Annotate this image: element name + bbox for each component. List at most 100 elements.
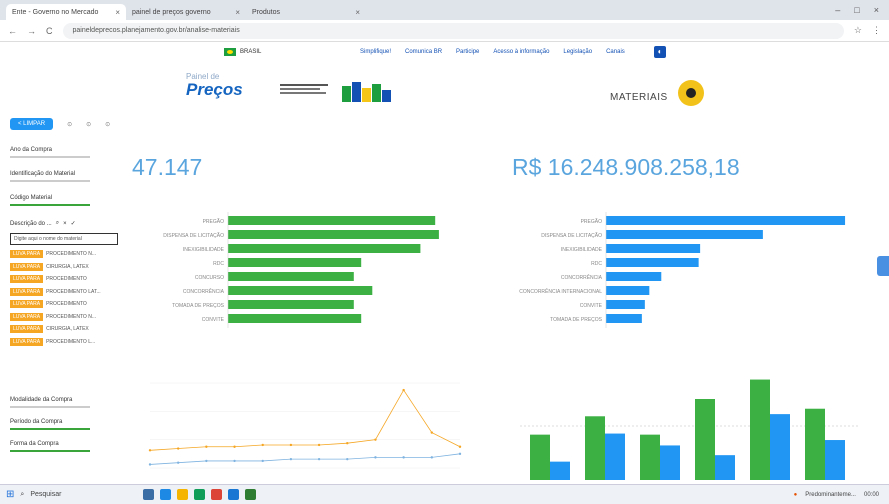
sidebar-item-identificacao[interactable]: Identificação do Material <box>10 168 90 182</box>
sidebar-item-codigo[interactable]: Código Material <box>10 192 90 206</box>
bar <box>228 300 354 309</box>
close-window-icon[interactable]: × <box>874 5 879 15</box>
bar-category-label: TOMADA DE PREÇOS <box>172 303 225 309</box>
material-list-item[interactable]: LUVA PARA PROCEDIMENTO LAT... <box>10 287 118 297</box>
task-view-icon[interactable] <box>143 489 155 500</box>
bar-category-label: CONCORRÊNCIA <box>561 273 603 281</box>
bar <box>825 440 845 480</box>
sidebar-item-ano[interactable]: Ano da Compra <box>10 144 90 158</box>
data-point <box>233 459 236 463</box>
sidebar-item-periodo[interactable]: Período da Compra <box>10 416 90 430</box>
browser-tab-3[interactable]: Produtos × <box>246 4 366 20</box>
material-list-item[interactable]: LUVA PARA PROCEDIMENTO N... <box>10 312 118 322</box>
data-point <box>317 443 321 447</box>
clock[interactable]: 00:00 <box>864 492 879 498</box>
material-list-item[interactable]: LUVA PARA PROCEDIMENTO <box>10 274 118 284</box>
browser-tab-2[interactable]: painel de preços governo × <box>126 4 246 20</box>
browser-tab-strip: Ente - Governo no Mercado × painel de pre… <box>0 0 889 20</box>
bar <box>605 433 625 480</box>
sidebar: Ano da Compra Identificação do Material … <box>10 144 118 494</box>
gov-link-4[interactable]: Legislação <box>563 49 592 55</box>
bar <box>585 416 605 480</box>
excel-icon[interactable] <box>245 489 257 500</box>
accessibility-icon[interactable]: ◐ <box>654 46 666 58</box>
material-list-item[interactable]: LUVA PARA CIRURGIA, LATEX <box>10 262 118 272</box>
data-point <box>233 445 236 448</box>
bar <box>606 314 642 323</box>
sidebar-item-forma[interactable]: Forma da Compra <box>10 438 90 452</box>
kpi-right-value: R$ 16.248.908.258,18 <box>512 154 740 180</box>
material-list-item[interactable]: LUVA PARA PROCEDIMENTO <box>10 299 118 309</box>
check-icon[interactable]: ✓ <box>71 220 76 227</box>
taskbar: ⊞ ⌕ Pesquisar ● Predominanteme... 00:00 <box>0 484 889 504</box>
chrome-icon[interactable] <box>211 489 223 500</box>
clear-filters-button[interactable]: < LIMPAR <box>10 118 54 130</box>
weather-icon[interactable]: ● <box>794 492 798 498</box>
close-icon[interactable]: × <box>115 8 120 17</box>
material-list-item[interactable]: LUVA PARA PROCEDIMENTO N... <box>10 249 118 259</box>
bar <box>228 258 362 267</box>
taskbar-search-label[interactable]: Pesquisar <box>30 491 61 498</box>
series-line <box>149 389 461 451</box>
ministerio-logo <box>280 82 332 98</box>
maximize-icon[interactable]: □ <box>854 5 859 15</box>
address-bar: ← → C paineldeprecos.planejamento.gov.br… <box>0 20 889 42</box>
browser-tab-1[interactable]: Ente - Governo no Mercado × <box>6 4 126 20</box>
filter-chip-icon[interactable]: ⊙ <box>86 121 91 128</box>
forward-icon[interactable]: → <box>27 26 36 36</box>
data-point <box>346 442 349 445</box>
data-point <box>402 456 405 459</box>
material-search-input[interactable]: Digite aqui o nome do material <box>10 233 118 245</box>
back-icon[interactable]: ← <box>8 26 17 36</box>
bar <box>805 408 825 480</box>
ministerio-logo-mark <box>280 84 328 94</box>
bar <box>530 434 550 480</box>
folder-icon[interactable] <box>177 489 189 500</box>
tab-title: Produtos <box>252 8 281 16</box>
material-tag: LUVA PARA <box>10 325 44 333</box>
data-point <box>402 388 405 392</box>
gov-link-1[interactable]: Comunica BR <box>405 49 442 55</box>
gov-bar: BRASIL Simplifique! Comunica BR Participe A… <box>0 42 889 62</box>
data-point <box>346 457 349 461</box>
filter-chip-icon[interactable]: ⊙ <box>67 121 72 128</box>
gov-link-3[interactable]: Acesso à informação <box>493 49 549 55</box>
store-icon[interactable] <box>194 489 206 500</box>
bar <box>715 455 735 480</box>
sidebar-item-modalidade[interactable]: Modalidade da Compra <box>10 394 90 408</box>
close-icon[interactable]: × <box>63 221 67 227</box>
gov-label[interactable]: BRASIL <box>240 49 261 55</box>
close-icon[interactable]: × <box>355 8 360 17</box>
weather-label[interactable]: Predominanteme... <box>805 492 856 498</box>
material-tag: LUVA PARA <box>10 250 44 258</box>
minimize-icon[interactable]: – <box>835 5 840 15</box>
data-point <box>261 459 264 463</box>
material-tag: LUVA PARA <box>10 275 44 283</box>
search-icon[interactable]: ⌕ <box>20 491 24 499</box>
side-panel-button[interactable] <box>877 256 889 276</box>
url-field[interactable]: paineldeprecos.planejamento.gov.br/anali… <box>62 22 844 39</box>
filter-chip-icon[interactable]: ⊙ <box>105 121 110 128</box>
data-point <box>430 431 434 434</box>
gov-link-5[interactable]: Canais <box>606 49 625 55</box>
gov-link-0[interactable]: Simplifique! <box>360 49 391 55</box>
bar <box>770 414 790 480</box>
gov-link-2[interactable]: Participe <box>456 49 479 55</box>
search-icon[interactable]: ⌕ <box>56 220 59 227</box>
bar <box>228 272 354 281</box>
edge-icon[interactable] <box>160 489 172 500</box>
menu-icon[interactable]: ⋮ <box>872 25 881 36</box>
star-icon[interactable]: ☆ <box>854 25 862 36</box>
close-icon[interactable]: × <box>235 8 240 17</box>
data-point <box>205 459 208 463</box>
reload-icon[interactable]: C <box>46 26 53 36</box>
material-list-item[interactable]: LUVA PARA CIRURGIA, LATEX <box>10 324 118 334</box>
bar <box>228 314 362 323</box>
data-point <box>289 457 293 461</box>
windows-icon[interactable]: ⊞ <box>6 489 14 500</box>
word-icon[interactable] <box>228 489 240 500</box>
bar <box>606 286 650 295</box>
material-list-item[interactable]: LUVA PARA PROCEDIMENTO L... <box>10 337 118 347</box>
bar <box>750 379 770 480</box>
window-controls: – □ × <box>835 5 889 15</box>
